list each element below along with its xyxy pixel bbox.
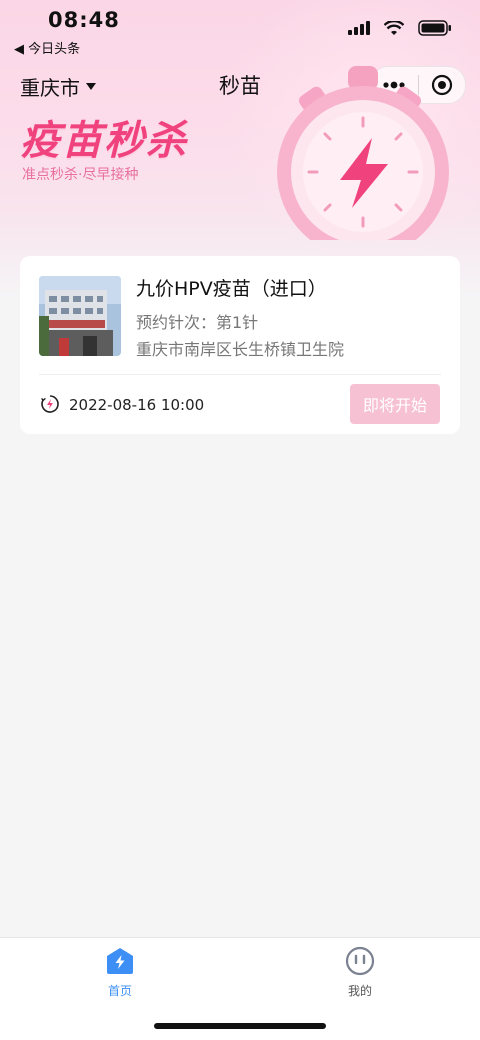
status-bar: 08:48 ◀ 今日头条 [0, 0, 480, 60]
home-bolt-icon [107, 948, 133, 974]
vaccine-card[interactable]: 九价HPV疫苗（进口） 预约针次：第1针 重庆市南岸区长生桥镇卫生院 2022-… [20, 256, 460, 434]
coming-soon-button[interactable]: 即将开始 [350, 384, 440, 424]
vaccine-name: 九价HPV疫苗（进口） [136, 278, 327, 300]
mine-face-icon [345, 946, 375, 976]
seckill-datetime: 2022-08-16 10:00 [69, 396, 205, 414]
battery-icon [418, 20, 451, 36]
banner-subtitle: 准点秒杀·尽早接种 [22, 167, 139, 183]
tab-home[interactable]: 首页 [60, 946, 180, 999]
tab-mine-label: 我的 [347, 984, 372, 998]
tab-home-label: 首页 [107, 984, 132, 998]
tab-mine[interactable]: 我的 [300, 946, 420, 999]
card-divider [39, 374, 441, 375]
clock-bolt-icon [41, 395, 59, 413]
hospital-name: 重庆市南岸区长生桥镇卫生院 [136, 340, 345, 359]
back-to-app-link[interactable]: ◀ 今日头条 [14, 38, 80, 57]
dose-info: 预约针次：第1针 [136, 313, 259, 332]
stopwatch-icon [277, 66, 449, 240]
status-icons [348, 20, 452, 36]
status-time: 08:48 [48, 8, 120, 32]
hospital-photo [39, 276, 121, 356]
home-indicator [154, 1023, 326, 1029]
signal-icon [348, 21, 370, 35]
wifi-icon [384, 20, 404, 35]
banner-title: 疫苗秒杀 [20, 118, 188, 164]
